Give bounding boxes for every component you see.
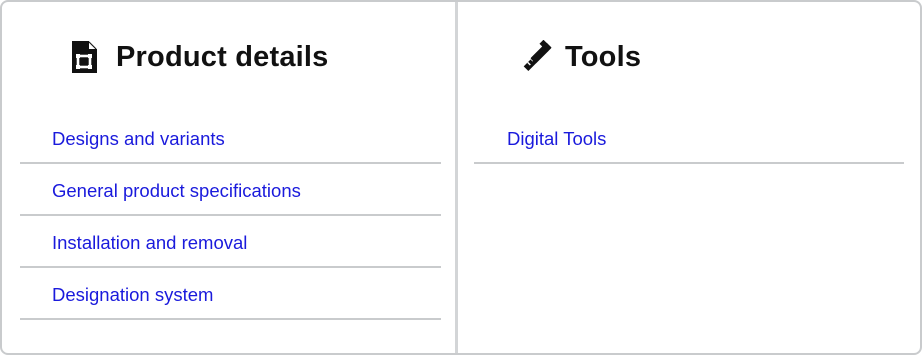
list-item: General product specifications [20,164,441,216]
installation-and-removal-link[interactable]: Installation and removal [20,228,247,254]
hammer-ruler-icon [521,40,553,74]
tools-panel: Tools Digital Tools [458,2,920,353]
product-details-header: Product details [2,2,455,112]
designs-and-variants-link[interactable]: Designs and variants [20,124,225,150]
product-details-panel: Product details Designs and variants Gen… [2,2,458,353]
tools-links: Digital Tools [474,112,904,164]
product-details-title: Product details [116,40,329,73]
document-icon [68,40,100,74]
content-card: Product details Designs and variants Gen… [0,0,922,355]
tools-header: Tools [458,2,920,112]
designation-system-link[interactable]: Designation system [20,280,213,306]
tools-title: Tools [565,40,642,73]
list-item: Installation and removal [20,216,441,268]
list-item: Designation system [20,268,441,320]
list-item: Digital Tools [474,112,904,164]
digital-tools-link[interactable]: Digital Tools [474,124,606,150]
general-product-specifications-link[interactable]: General product specifications [20,176,301,202]
product-details-links: Designs and variants General product spe… [20,112,441,320]
list-item: Designs and variants [20,112,441,164]
